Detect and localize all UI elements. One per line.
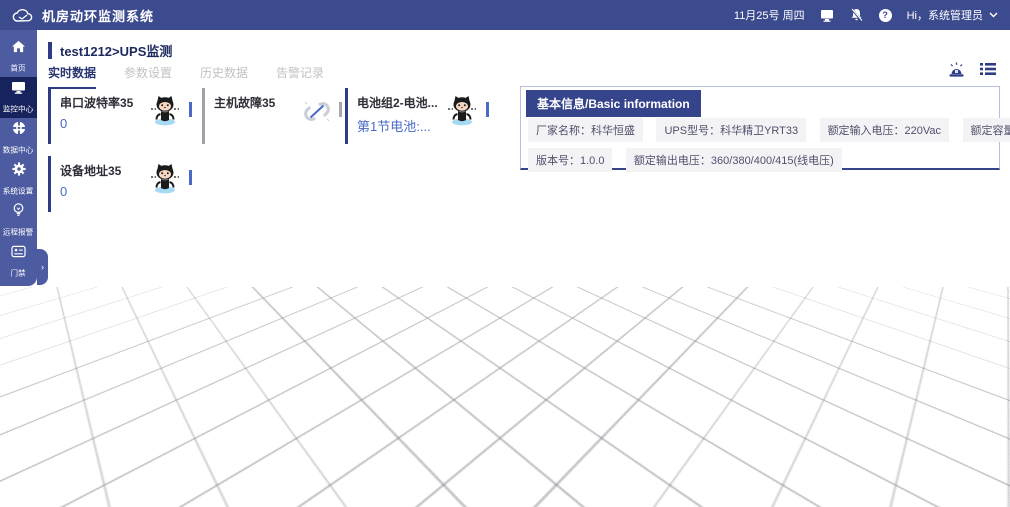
tab-realtime-data[interactable]: 实时数据 bbox=[48, 64, 96, 89]
sidebar-item-access-control[interactable]: 门禁 bbox=[0, 241, 37, 282]
octocat-icon bbox=[445, 94, 479, 131]
bell-mute-icon[interactable] bbox=[849, 8, 864, 22]
sidebar-item-label: 数据中心 bbox=[3, 144, 34, 155]
mini-bar-chart bbox=[189, 102, 192, 117]
card-title: 电池组2-电池... bbox=[357, 94, 443, 111]
siren-icon[interactable] bbox=[948, 62, 965, 83]
top-header: 机房动环监测系统 11月25号 周四 ? Hi，系统管 bbox=[0, 0, 1010, 30]
card-value: 0 bbox=[60, 116, 146, 131]
sidebar-item-system-settings[interactable]: 系统设置 bbox=[0, 159, 37, 200]
field-version: 版本号：1.0.0 bbox=[528, 148, 612, 172]
cloud-icon bbox=[12, 8, 34, 23]
octocat-icon bbox=[148, 94, 182, 131]
card-accent-bar bbox=[202, 88, 205, 144]
sidebar-item-label: 远程报警 bbox=[3, 226, 34, 237]
monitor-icon[interactable] bbox=[820, 9, 834, 22]
card-accent-bar bbox=[48, 156, 51, 212]
monitor-icon bbox=[11, 81, 26, 99]
data-card-device-address[interactable]: 设备地址35 0 bbox=[48, 156, 192, 212]
sidebar-nav: 首页 监控中心 bbox=[0, 30, 37, 286]
perspective-grid-background bbox=[0, 287, 1010, 507]
content-toolbar bbox=[948, 62, 996, 83]
breadcrumb: test1212>UPS监测 bbox=[48, 41, 172, 60]
mini-bar-chart bbox=[486, 102, 489, 117]
sidebar-item-label: 系统设置 bbox=[3, 185, 34, 196]
sidebar-item-monitoring-center[interactable]: 监控中心 bbox=[0, 77, 37, 118]
question-icon[interactable]: ? bbox=[879, 9, 892, 22]
info-row-1: 厂家名称：科华恒盛 UPS型号：科华精卫YRT33 额定输入电压：220Vac … bbox=[528, 118, 995, 142]
card-accent-bar bbox=[345, 88, 348, 144]
card-title: 设备地址35 bbox=[60, 162, 146, 179]
card-value: 0 bbox=[60, 184, 146, 199]
data-card-baud-rate[interactable]: 串口波特率35 0 bbox=[48, 88, 192, 144]
field-ups-model: UPS型号：科华精卫YRT33 bbox=[656, 118, 806, 142]
field-manufacturer: 厂家名称：科华恒盛 bbox=[528, 118, 643, 142]
sidebar-item-label: 首页 bbox=[11, 61, 26, 72]
card-title: 串口波特率35 bbox=[60, 94, 146, 111]
bulb-icon bbox=[12, 203, 25, 222]
chevron-right-icon: › bbox=[41, 262, 44, 272]
octocat-icon bbox=[148, 162, 182, 199]
app-title: 机房动环监测系统 bbox=[42, 6, 154, 25]
tab-bar: 实时数据 参数设置 历史数据 告警记录 bbox=[48, 64, 324, 89]
card-accent-bar bbox=[48, 88, 51, 144]
access-card-icon bbox=[11, 245, 26, 263]
data-center-icon bbox=[12, 121, 26, 140]
data-card-battery-group[interactable]: 电池组2-电池... 第1节电池:... bbox=[345, 88, 489, 144]
gear-icon bbox=[12, 162, 26, 181]
sidebar-item-label: 门禁 bbox=[11, 266, 26, 277]
broken-link-icon bbox=[302, 98, 332, 130]
sidebar-item-data-center[interactable]: 数据中心 bbox=[0, 118, 37, 159]
list-view-icon[interactable] bbox=[980, 62, 996, 83]
field-rated-input-voltage: 额定输入电压：220Vac bbox=[820, 118, 950, 142]
sidebar-expand-toggle[interactable]: › bbox=[37, 249, 48, 285]
header-date: 11月25号 周四 bbox=[734, 7, 805, 23]
data-card-host-fault[interactable]: 主机故障35 bbox=[202, 88, 342, 144]
card-title: 主机故障35 bbox=[214, 94, 300, 111]
breadcrumb-accent-bar bbox=[48, 42, 52, 59]
field-rated-capacity: 额定容量：10/15/20KVZ bbox=[963, 118, 1010, 142]
chevron-down-icon bbox=[989, 9, 998, 21]
page-title: test1212>UPS监测 bbox=[60, 41, 172, 60]
tab-parameter-settings[interactable]: 参数设置 bbox=[124, 64, 172, 89]
sidebar-item-label: 监控中心 bbox=[3, 102, 34, 113]
mini-bar-chart bbox=[339, 102, 342, 117]
app-root: 机房动环监测系统 11月25号 周四 ? Hi，系统管 bbox=[0, 0, 1010, 507]
sidebar-item-remote-alarm[interactable]: 远程报警 bbox=[0, 200, 37, 241]
user-greeting: Hi，系统管理员 bbox=[907, 7, 983, 23]
tab-history-data[interactable]: 历史数据 bbox=[200, 64, 248, 89]
mini-bar-chart bbox=[189, 170, 192, 185]
panel-title: 基本信息/Basic information bbox=[526, 90, 701, 117]
card-value: 第1节电池:... bbox=[357, 116, 443, 135]
info-row-2: 版本号：1.0.0 额定输出电压：360/380/400/415(线电压) bbox=[528, 148, 995, 172]
home-icon bbox=[11, 40, 26, 58]
basic-info-panel: 基本信息/Basic information 厂家名称：科华恒盛 UPS型号：科… bbox=[520, 86, 1000, 170]
field-rated-output-voltage: 额定输出电压：360/380/400/415(线电压) bbox=[626, 148, 842, 172]
tab-alarm-records[interactable]: 告警记录 bbox=[276, 64, 324, 89]
sidebar-item-home[interactable]: 首页 bbox=[0, 36, 37, 77]
user-menu[interactable]: Hi，系统管理员 bbox=[907, 7, 998, 23]
